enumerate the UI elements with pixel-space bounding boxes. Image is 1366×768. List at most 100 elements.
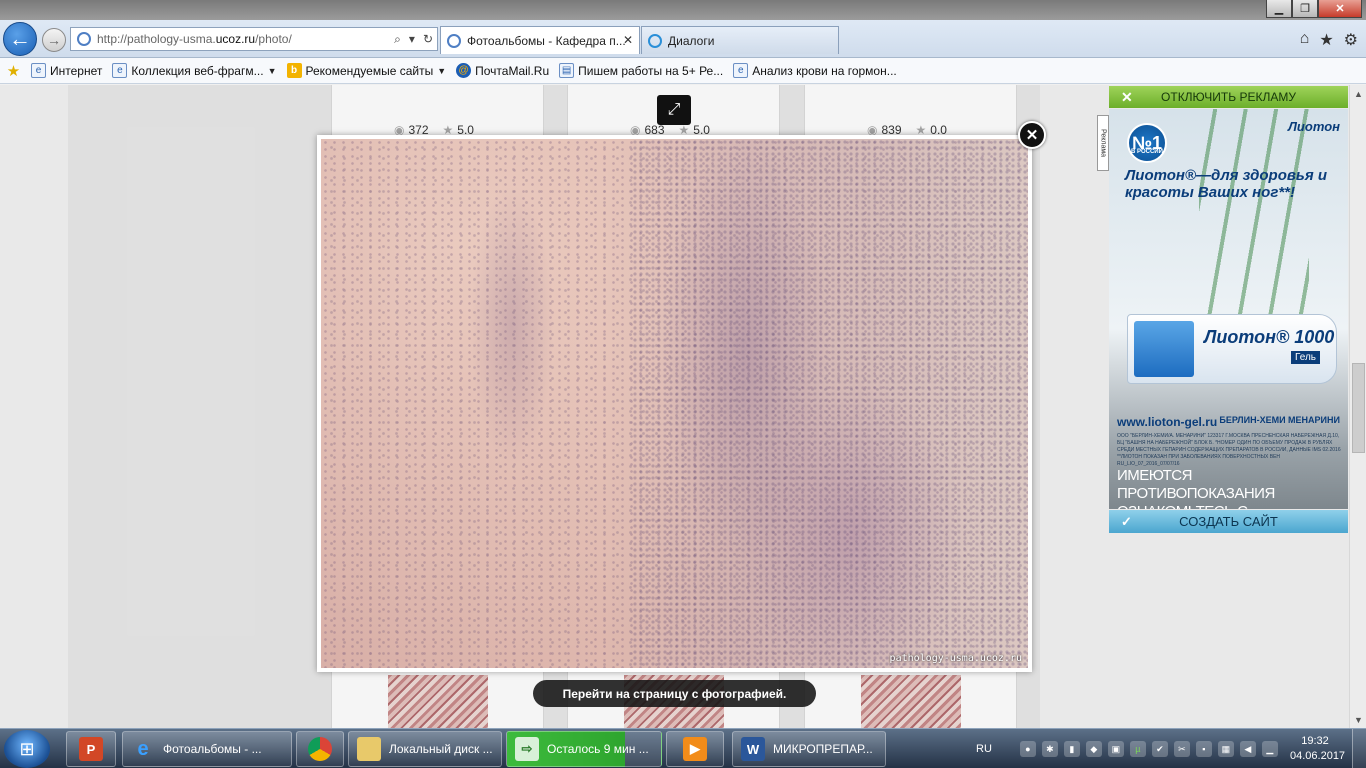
ad-manufacturer: БЕРЛИН-ХЕМИ МЕНАРИНИ [1219, 415, 1340, 425]
favorite-label: Интернет [50, 63, 103, 78]
taskbar-media-player[interactable]: ▶ [666, 731, 724, 767]
tray-app-icon[interactable]: ✔ [1151, 741, 1168, 757]
ie-icon: e [137, 737, 149, 760]
favorites-star-icon: ★ [6, 62, 21, 80]
scroll-up-arrow-icon[interactable]: ▲ [1350, 85, 1366, 102]
favorite-web-slices[interactable]: e Коллекция веб-фрагм... ▼ [112, 63, 277, 78]
tray-app-icon[interactable]: ▮ [1063, 741, 1080, 757]
torrent-icon[interactable]: µ [1129, 741, 1146, 757]
favorite-label: Анализ крови на гормон... [752, 63, 897, 78]
favorites-star-icon[interactable]: ★ [1319, 30, 1333, 50]
powerpoint-icon: P [79, 737, 103, 761]
url-prefix: http://pathology-usma. [97, 32, 216, 46]
arrow-left-icon: ← [9, 26, 31, 51]
create-site-button[interactable]: ✓ СОЗДАТЬ САЙТ [1109, 510, 1348, 533]
close-window-button[interactable]: ✕ [1318, 0, 1362, 18]
system-tray: RU ● ✱ ▮ ◆ ▣ µ ✔ ✂ ▪ ▦ ◀ ▁ [976, 729, 1278, 768]
address-url[interactable]: http://pathology-usma.ucoz.ru/photo/ [97, 32, 292, 46]
show-desktop-button[interactable] [1352, 729, 1366, 768]
word-icon: W [741, 737, 765, 761]
tray-app-icon[interactable]: ▪ [1195, 741, 1212, 757]
ad-number-one-badge: №1 В РОССИИ [1127, 123, 1167, 163]
url-domain: ucoz.ru [215, 32, 256, 46]
favorite-label: Коллекция веб-фрагм... [131, 63, 264, 78]
favorite-label: ПочтаMail.Ru [475, 63, 550, 78]
scrollbar-thumb[interactable] [1352, 363, 1365, 453]
volume-icon[interactable]: ◀ [1239, 741, 1256, 757]
mail-ru-icon: @ [456, 63, 472, 78]
tab-dialogs[interactable]: Диалоги [641, 26, 839, 54]
disable-ads-button[interactable]: ✕ ОТКЛЮЧИТЬ РЕКЛАМУ [1109, 86, 1348, 108]
page-icon: ▤ [559, 63, 575, 78]
page-scrollbar[interactable]: ▲ ▼ [1349, 85, 1366, 728]
page-content: ◉ 372 ★ 5.0 ◉ 683 ★ 5.0 ◉ 839 ★ 0.0 ⤢ patholog… [0, 85, 1349, 728]
taskbar-copy-progress[interactable]: ⇨ Осталось 9 мин ... [506, 731, 662, 767]
arrow-right-icon: → [47, 32, 61, 48]
tray-app-icon[interactable]: ● [1019, 741, 1036, 757]
tab-photo-albums[interactable]: Фотоальбомы - Кафедра п... ✕ [440, 26, 640, 54]
ie-page-icon: e [112, 63, 128, 78]
favorite-internet[interactable]: e Интернет [31, 63, 102, 78]
favorite-label: Рекомендуемые сайты [305, 63, 434, 78]
clock-time: 19:32 [1301, 735, 1329, 747]
ad-warning: ИМЕЮТСЯ ПРОТИВОПОКАЗАНИЯ ОЗНАКОМЬТЕСЬ С … [1117, 467, 1275, 509]
taskbar-item-label: Локальный диск ... [389, 742, 493, 756]
favorite-label: Пишем работы на 5+ Ре... [578, 63, 724, 78]
create-site-label: СОЗДАТЬ САЙТ [1179, 514, 1278, 529]
tray-app-icon[interactable]: ✱ [1041, 741, 1058, 757]
tray-app-icon[interactable]: ▣ [1107, 741, 1124, 757]
badge-sub: В РОССИИ [1131, 149, 1163, 155]
taskbar-ie-photo-albums[interactable]: e Фотоальбомы - ... [122, 731, 292, 767]
favorite-essays[interactable]: ▤ Пишем работы на 5+ Ре... [559, 63, 723, 78]
ad-brand: Лиотон [1288, 119, 1340, 134]
scroll-down-arrow-icon[interactable]: ▼ [1350, 711, 1366, 728]
disable-ads-label: ОТКЛЮЧИТЬ РЕКЛАМУ [1161, 90, 1296, 104]
ad-product-name: Лиотон® 1000 [1204, 327, 1335, 347]
tray-app-icon[interactable]: ✂ [1173, 741, 1190, 757]
window-titlebar: ▁ ❐ ✕ [0, 0, 1366, 20]
close-icon: ✕ [1025, 127, 1039, 144]
histology-photo[interactable]: pathology-usma.ucoz.ru [321, 139, 1028, 668]
address-bar[interactable]: http://pathology-usma.ucoz.ru/photo/ ⌕ ▾… [70, 27, 438, 51]
minimize-button[interactable]: ▁ [1266, 0, 1292, 18]
ad-flower-image [1199, 109, 1309, 319]
favorites-add-button[interactable]: ★ [6, 62, 21, 80]
maximize-button[interactable]: ❐ [1292, 0, 1318, 18]
ad-product-type: Гель [1290, 351, 1320, 364]
language-indicator[interactable]: RU [976, 743, 992, 755]
tray-app-icon[interactable]: ◆ [1085, 741, 1102, 757]
goto-photo-page-button[interactable]: Перейти на страницу с фотографией. [533, 680, 816, 707]
lightbox-close-button[interactable]: ✕ [1018, 121, 1046, 149]
search-icon[interactable]: ⌕ [394, 32, 401, 47]
taskbar-word-document[interactable]: W МИКРОПРЕПАР... [732, 731, 886, 767]
ad-product-label-art [1134, 321, 1194, 377]
taskbar-item-label: Фотоальбомы - ... [163, 742, 262, 756]
tab-close-icon[interactable]: ✕ [623, 33, 633, 47]
ad-fine-print: ООО "БЕРЛИН-ХЕМИ/А. МЕНАРИНИ" 123317 Г.М… [1117, 433, 1341, 467]
refresh-icon[interactable]: ↻ [423, 32, 433, 47]
expand-button[interactable]: ⤢ [657, 95, 691, 125]
tab-favicon-icon [447, 33, 461, 48]
taskbar-clock[interactable]: 19:32 04.06.2017 [1290, 734, 1345, 764]
site-favicon-icon [77, 32, 91, 46]
taskbar-local-disk[interactable]: Локальный диск ... [348, 731, 502, 767]
dropdown-icon[interactable]: ▾ [409, 32, 415, 47]
favorite-suggested-sites[interactable]: b Рекомендуемые сайты ▼ [286, 63, 446, 78]
ad-banner[interactable]: №1 В РОССИИ Лиотон Лиотон®—для здоровья и… [1109, 109, 1348, 509]
browser-right-icons: ⌂ ★ ⚙ [1300, 30, 1358, 50]
favorite-mail-ru[interactable]: @ ПочтаMail.Ru [456, 63, 549, 78]
ie-page-icon: e [733, 63, 749, 78]
signal-icon[interactable]: ▁ [1261, 741, 1278, 757]
start-button[interactable]: ⊞ [4, 730, 50, 768]
network-icon[interactable]: ▦ [1217, 741, 1234, 757]
ad-side-label[interactable]: Реклама [1097, 115, 1109, 171]
gear-icon[interactable]: ⚙ [1344, 30, 1358, 50]
tab-label: Диалоги [668, 33, 715, 48]
taskbar-powerpoint[interactable]: P [66, 731, 116, 767]
favorite-blood-test[interactable]: e Анализ крови на гормон... [733, 63, 897, 78]
forward-button[interactable]: → [42, 28, 66, 52]
home-icon[interactable]: ⌂ [1300, 30, 1310, 50]
taskbar-chrome[interactable] [296, 731, 344, 767]
back-button[interactable]: ← [3, 22, 37, 56]
taskbar-item-label: МИКРОПРЕПАР... [773, 742, 873, 756]
